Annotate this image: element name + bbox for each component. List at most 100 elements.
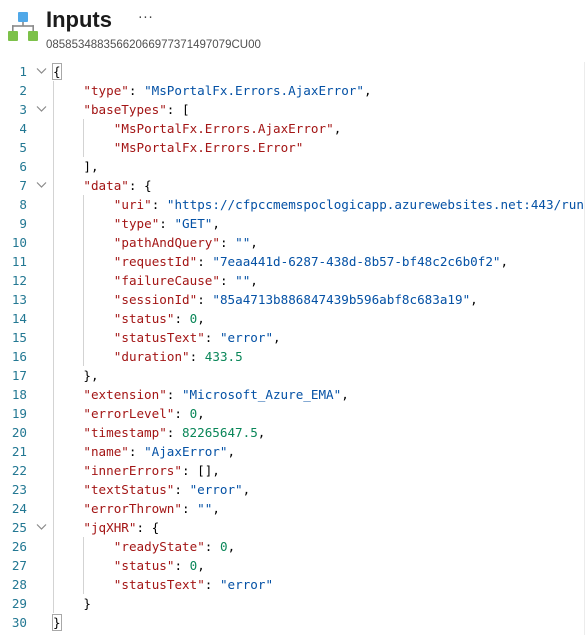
line-number: 21 [11,444,27,459]
code-token: "errorLevel" [83,406,175,421]
line-number: 16 [11,349,27,364]
code-token: : [166,387,182,402]
indent-guide [53,214,54,233]
indent-guide [53,518,54,537]
code-token: "data" [83,178,129,193]
line-number: 30 [11,615,27,630]
code-text: "readyState": 0, [114,537,235,556]
indent-guide [53,157,54,176]
code-text: "failureCause": "", [114,271,258,290]
code-text: "statusText": "error" [114,575,273,594]
code-token: , [227,539,236,554]
more-options-button[interactable]: ··· [134,8,158,30]
line-number: 12 [11,273,27,288]
code-text: "uri": "https://cfpccmemspoclogicapp.azu… [114,195,585,214]
code-text: "errorLevel": 0, [83,404,204,423]
code-text: "MsPortalFx.Errors.Error" [114,138,304,157]
line-number: 23 [11,482,27,497]
line-number: 29 [11,596,27,611]
indent-guide [53,499,54,518]
code-token: "85a4713b886847439b596abf8c683a19" [212,292,471,307]
line-number: 20 [11,425,27,440]
code-text: } [83,594,91,613]
code-text: "pathAndQuery": "", [114,233,258,252]
indent-guide [83,537,85,556]
code-line: 25 "jqXHR": { [0,518,585,537]
code-token: , [333,121,342,136]
code-token: : [128,444,145,459]
code-token: "error" [219,577,274,592]
indent-guide [53,309,54,328]
code-text: "errorThrown": "", [83,499,220,518]
indent-guide [53,119,54,138]
code-text: "timestamp": 82265647.5, [83,423,265,442]
run-id-subtitle: 08585348835662066977371497079CU00 [46,39,261,51]
code-text: "requestId": "7eaa441d-6287-438d-8b57-bf… [114,252,508,271]
line-number: 6 [19,159,27,174]
fold-chevron-icon[interactable] [35,176,49,195]
fold-chevron-icon[interactable] [35,100,49,119]
code-line: 20 "timestamp": 82265647.5, [0,423,585,442]
line-number: 1 [19,64,27,79]
line-number: 11 [11,254,27,269]
code-token: : [151,197,167,212]
fold-chevron-icon[interactable] [35,62,49,81]
code-token: "duration" [113,349,190,364]
code-token: "" [235,273,251,288]
indent-guide [53,442,54,461]
indent-guide [83,347,85,366]
code-token: : [181,501,198,516]
code-line: 15 "statusText": "error", [0,328,585,347]
code-token: "MsPortalFx.Errors.AjaxError" [113,121,334,136]
code-token: , [212,501,220,516]
code-token: 82265647.5 [181,425,258,440]
indent-guide [53,328,54,347]
indent-guide [53,461,54,480]
indent-guide [53,176,54,195]
json-code-viewer[interactable]: 1{2 "type": "MsPortalFx.Errors.AjaxError"… [0,62,585,635]
indent-guide [53,195,54,214]
code-token: , [273,330,281,345]
code-token: , [470,292,478,307]
code-token: : [204,539,220,554]
code-token: "MsPortalFx.Errors.Error" [113,140,304,155]
page-title: Inputs [46,7,112,32]
code-token: , [197,406,205,421]
indent-guide [83,233,85,252]
code-token: "failureCause" [113,273,220,288]
code-token: , [227,444,236,459]
code-token: , [197,558,205,573]
code-token: : [197,292,213,307]
code-token: "uri" [113,197,152,212]
code-token: ], [83,159,99,174]
code-token: : [204,330,220,345]
code-line: 14 "status": 0, [0,309,585,328]
line-number: 28 [11,577,27,592]
code-token: : [ [166,102,190,117]
code-token: "textStatus" [83,482,175,497]
fold-chevron-icon[interactable] [35,518,49,537]
code-text: "data": { [83,176,151,195]
logic-app-icon [7,11,39,43]
code-line: 5 "MsPortalFx.Errors.Error" [0,138,585,157]
indent-guide [83,290,85,309]
code-token: "GET" [174,216,213,231]
code-token: : [174,311,190,326]
code-token: "" [235,235,251,250]
line-number: 13 [11,292,27,307]
indent-guide [83,252,85,271]
code-token: : [189,349,205,364]
code-line: 2 "type": "MsPortalFx.Errors.AjaxError", [0,81,585,100]
code-text: "statusText": "error", [114,328,281,347]
code-token: "innerErrors" [83,463,182,478]
code-line: 6], [0,157,585,176]
code-token: : { [128,178,152,193]
code-token: "jqXHR" [83,520,137,535]
indent-guide [83,309,85,328]
code-token: : [166,425,182,440]
code-line: 24 "errorThrown": "", [0,499,585,518]
code-line: 28 "statusText": "error" [0,575,585,594]
code-line: 11 "requestId": "7eaa441d-6287-438d-8b57-… [0,252,585,271]
code-text: "status": 0, [114,309,205,328]
code-text: "baseTypes": [ [83,100,189,119]
